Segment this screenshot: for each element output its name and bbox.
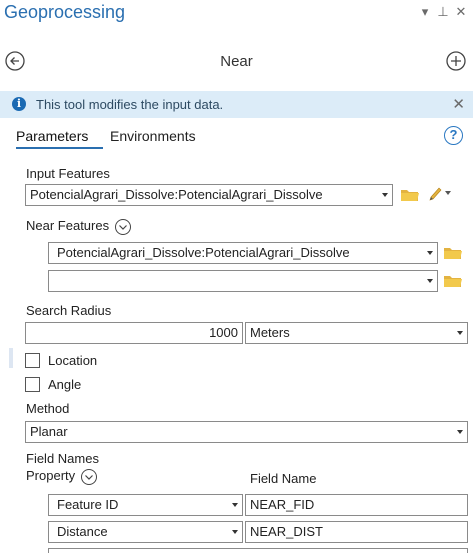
field-names-label: Field Names [26, 451, 99, 466]
help-icon[interactable]: ? [444, 126, 463, 145]
near-features-dropdown-2[interactable] [48, 270, 438, 292]
search-radius-unit-value: Meters [250, 325, 290, 340]
pencil-dropdown-icon[interactable] [445, 191, 451, 195]
auto-hide-icon[interactable]: ⊥ [437, 4, 449, 20]
folder-icon [444, 276, 462, 287]
folder-icon [401, 190, 419, 201]
near-features-label: Near Features [26, 218, 131, 235]
browse-near-2-button[interactable] [444, 274, 462, 291]
chevron-down-icon [232, 530, 238, 534]
chevron-down-icon [427, 251, 433, 255]
search-radius-unit-dropdown[interactable]: Meters [245, 322, 468, 344]
plus-circle-icon [446, 51, 466, 71]
chevron-down-icon [427, 279, 433, 283]
location-label: Location [48, 353, 98, 368]
method-value: Planar [30, 424, 68, 439]
search-radius-label: Search Radius [26, 303, 112, 318]
search-radius-input[interactable]: 1000 [25, 322, 243, 344]
row-selection-marker [9, 348, 13, 368]
expand-field-names-icon[interactable] [80, 468, 97, 485]
chevron-down-icon [457, 430, 463, 434]
input-features-value: PotencialAgrari_Dissolve:PotencialAgrari… [30, 187, 323, 202]
close-pane-icon[interactable]: ✕ [455, 4, 467, 20]
chevron-down-icon [232, 503, 238, 507]
chevron-down-icon [457, 331, 463, 335]
tool-name: Near [220, 53, 253, 70]
pencil-icon [429, 187, 442, 201]
input-features-label: Input Features [26, 166, 110, 181]
folder-icon [444, 248, 462, 259]
property-value: Distance [57, 524, 108, 539]
property-value: Feature ID [57, 497, 119, 512]
browse-near-1-button[interactable] [444, 246, 462, 263]
info-icon: i [12, 97, 26, 111]
info-message: This tool modifies the input data. [36, 97, 224, 112]
browse-input-button[interactable] [401, 188, 419, 205]
property-header: Property [26, 468, 97, 485]
near-features-dropdown-1[interactable]: PotencialAgrari_Dissolve:PotencialAgrari… [48, 242, 438, 264]
location-checkbox[interactable] [25, 353, 40, 368]
field-name-input-feature-id[interactable]: NEAR_FID [245, 494, 468, 516]
method-label: Method [26, 401, 70, 416]
info-bar: i This tool modifies the input data. ✕ [0, 91, 473, 118]
field-name-input-distance[interactable]: NEAR_DIST [245, 521, 468, 543]
angle-checkbox[interactable] [25, 377, 40, 392]
near-features-label-text: Near Features [26, 218, 110, 233]
add-button[interactable] [445, 50, 467, 72]
property-dropdown-feature-id[interactable]: Feature ID [48, 494, 243, 516]
angle-label: Angle [48, 377, 82, 392]
tab-parameters[interactable]: Parameters [16, 128, 88, 144]
create-features-button[interactable] [428, 186, 442, 205]
expand-near-features-icon[interactable] [114, 218, 131, 235]
input-features-dropdown[interactable]: PotencialAgrari_Dissolve:PotencialAgrari… [25, 184, 393, 206]
close-info-icon[interactable]: ✕ [452, 95, 465, 113]
method-dropdown[interactable]: Planar [25, 421, 468, 443]
property-header-text: Property [26, 468, 76, 483]
near-features-value-1: PotencialAgrari_Dissolve:PotencialAgrari… [57, 245, 350, 260]
pin-dropdown-icon[interactable]: ▾ [419, 4, 431, 20]
tab-environments[interactable]: Environments [110, 128, 196, 144]
pane-title: Geoprocessing [4, 2, 126, 22]
next-row-partial [48, 548, 468, 553]
active-tab-indicator [16, 147, 103, 149]
field-name-header: Field Name [250, 471, 317, 486]
property-dropdown-distance[interactable]: Distance [48, 521, 243, 543]
chevron-down-icon [382, 193, 388, 197]
pane-controls: ▾ ⊥ ✕ [419, 4, 467, 20]
